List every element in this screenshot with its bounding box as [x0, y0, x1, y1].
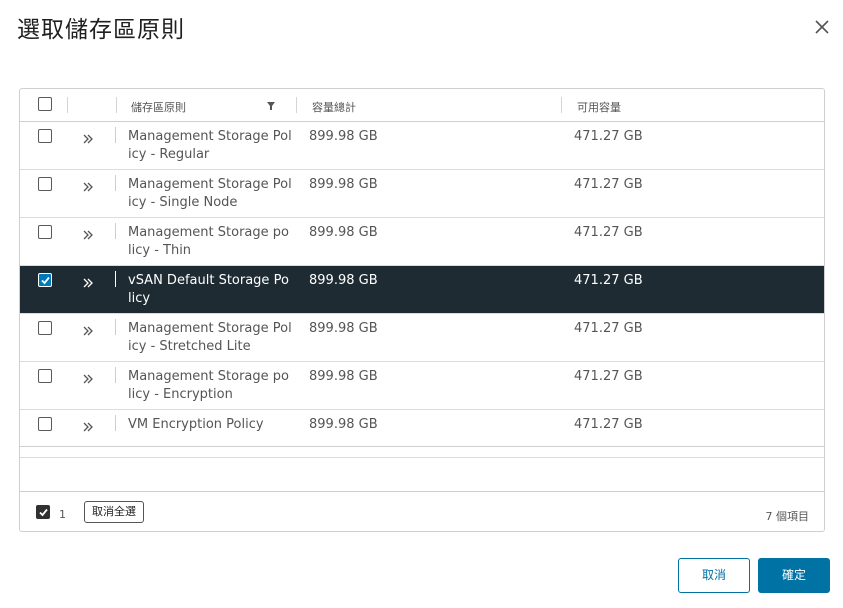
double-chevron-right-icon[interactable]	[82, 421, 94, 437]
grid-footer: 1 取消全選 7 個項目	[20, 492, 824, 531]
capacity-free: 471.27 GB	[574, 369, 643, 384]
clear-all-button[interactable]: 取消全選	[84, 501, 144, 523]
double-chevron-right-icon[interactable]	[82, 325, 94, 341]
row-checkbox[interactable]	[38, 321, 52, 335]
capacity-free: 471.27 GB	[574, 129, 643, 144]
capacity-total: 899.98 GB	[309, 225, 378, 240]
capacity-total: 899.98 GB	[309, 369, 378, 384]
filter-icon[interactable]	[266, 101, 276, 114]
item-count: 7 個項目	[765, 510, 810, 523]
capacity-free: 471.27 GB	[574, 273, 643, 288]
table-row[interactable]: Management Storage policy - Thin 899.98 G…	[20, 218, 824, 266]
policy-name: Management Storage policy - Thin	[128, 225, 289, 258]
row-checkbox[interactable]	[38, 177, 52, 191]
capacity-total: 899.98 GB	[309, 129, 378, 144]
table-row[interactable]: Management Storage policy - Encryption 89…	[20, 362, 824, 410]
selected-count: 1	[59, 508, 66, 521]
policy-name: Management Storage Policy - Regular	[128, 129, 292, 162]
policy-name: vSAN Default Storage Policy	[128, 273, 289, 306]
capacity-total: 899.98 GB	[309, 273, 378, 288]
grid-header: 儲存區原則 容量總計 可用容量	[20, 89, 824, 122]
column-header-free[interactable]: 可用容量	[577, 99, 621, 115]
double-chevron-right-icon[interactable]	[82, 277, 94, 293]
table-row[interactable]: Management Storage Policy - Single Node 8…	[20, 170, 824, 218]
policy-name: VM Encryption Policy	[128, 417, 264, 432]
double-chevron-right-icon[interactable]	[82, 181, 94, 197]
row-checkbox[interactable]	[38, 273, 52, 287]
selection-indicator-checkbox	[36, 505, 50, 519]
policy-name: Management Storage Policy - Single Node	[128, 177, 292, 210]
capacity-free: 471.27 GB	[574, 321, 643, 336]
row-checkbox[interactable]	[38, 369, 52, 383]
capacity-total: 899.98 GB	[309, 417, 378, 432]
column-header-policy[interactable]: 儲存區原則	[131, 99, 186, 115]
table-row[interactable]: Management Storage Policy - Stretched Li…	[20, 314, 824, 362]
table-row[interactable]: Management Storage Policy - Regular 899.9…	[20, 122, 824, 170]
close-icon[interactable]	[813, 18, 831, 36]
storage-policy-grid: 儲存區原則 容量總計 可用容量 Management Storage Polic…	[19, 88, 825, 532]
row-checkbox[interactable]	[38, 225, 52, 239]
row-checkbox[interactable]	[38, 129, 52, 143]
capacity-free: 471.27 GB	[574, 177, 643, 192]
dialog-title: 選取儲存區原則	[17, 17, 185, 43]
table-row[interactable]: vSAN Default Storage Policy 899.98 GB 471.…	[20, 266, 824, 314]
select-all-checkbox[interactable]	[38, 97, 52, 111]
double-chevron-right-icon[interactable]	[82, 133, 94, 149]
capacity-free: 471.27 GB	[574, 417, 643, 432]
policy-name: Management Storage Policy - Stretched Li…	[128, 321, 292, 354]
double-chevron-right-icon[interactable]	[82, 229, 94, 245]
row-checkbox[interactable]	[38, 417, 52, 431]
column-header-total[interactable]: 容量總計	[312, 99, 356, 115]
double-chevron-right-icon[interactable]	[82, 373, 94, 389]
capacity-free: 471.27 GB	[574, 225, 643, 240]
capacity-total: 899.98 GB	[309, 321, 378, 336]
cancel-button[interactable]: 取消	[678, 558, 750, 593]
grid-empty-area	[20, 446, 824, 492]
ok-button[interactable]: 確定	[758, 558, 830, 593]
policy-name: Management Storage policy - Encryption	[128, 369, 289, 402]
capacity-total: 899.98 GB	[309, 177, 378, 192]
